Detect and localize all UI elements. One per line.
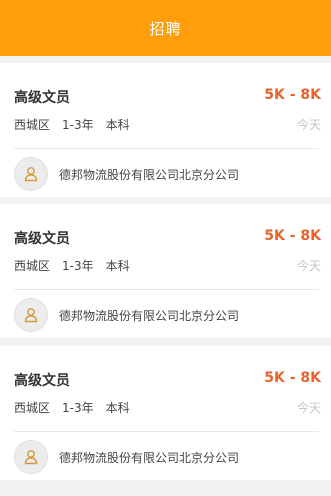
job-district: 西城区 — [14, 118, 51, 132]
salary-range: 5K - 8K — [264, 228, 321, 244]
post-date: 今天 — [296, 259, 321, 273]
company-name: 德邦物流股份有限公司北京分公司 — [59, 167, 240, 182]
job-district: 西城区 — [14, 259, 51, 273]
divider — [14, 289, 319, 290]
job-experience: 1-3年 — [62, 118, 94, 132]
top-bar: 招聘 — [0, 0, 331, 56]
company-name: 德邦物流股份有限公司北京分公司 — [59, 450, 240, 465]
job-title: 高级文员 — [14, 90, 70, 106]
divider — [14, 431, 319, 432]
job-meta: 西城区 1-3年 本科 — [14, 399, 130, 416]
person-avatar-icon — [14, 298, 48, 332]
post-date: 今天 — [296, 401, 321, 415]
person-avatar-icon — [14, 440, 48, 474]
job-education: 本科 — [105, 118, 130, 132]
job-meta: 西城区 1-3年 本科 — [14, 116, 130, 133]
person-avatar-icon — [14, 157, 48, 191]
company-row[interactable]: 德邦物流股份有限公司北京分公司 — [14, 440, 239, 474]
company-row[interactable]: 德邦物流股份有限公司北京分公司 — [14, 298, 239, 332]
job-card[interactable]: 高级文员 5K - 8K 西城区 1-3年 本科 今天 德邦物流股份有限公司北京… — [0, 204, 331, 338]
job-district: 西城区 — [14, 401, 51, 415]
salary-range: 5K - 8K — [264, 87, 321, 103]
job-title: 高级文员 — [14, 231, 70, 247]
job-card[interactable]: 高级文员 5K - 8K 西城区 1-3年 本科 今天 德邦物流股份有限公司北京… — [0, 346, 331, 480]
company-name: 德邦物流股份有限公司北京分公司 — [59, 308, 240, 323]
page-title: 招聘 — [149, 19, 182, 38]
salary-range: 5K - 8K — [264, 370, 321, 386]
company-row[interactable]: 德邦物流股份有限公司北京分公司 — [14, 157, 239, 191]
job-title: 高级文员 — [14, 373, 70, 389]
post-date: 今天 — [296, 118, 321, 132]
job-experience: 1-3年 — [62, 401, 94, 415]
divider — [14, 148, 319, 149]
job-education: 本科 — [105, 401, 130, 415]
job-experience: 1-3年 — [62, 259, 94, 273]
job-education: 本科 — [105, 259, 130, 273]
job-card[interactable]: 高级文员 5K - 8K 西城区 1-3年 本科 今天 德邦物流股份有限公司北京… — [0, 63, 331, 197]
job-meta: 西城区 1-3年 本科 — [14, 257, 130, 274]
